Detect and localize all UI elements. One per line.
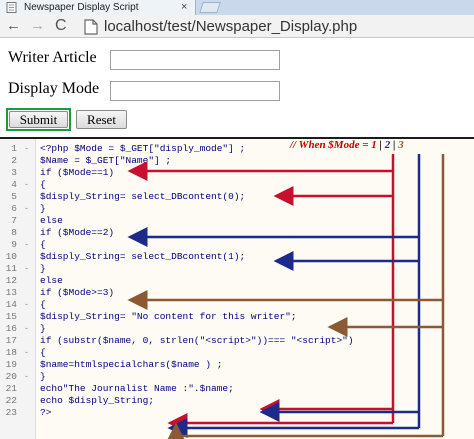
tab-title: Newspaper Display Script — [24, 2, 139, 13]
forward-arrow-icon[interactable]: → — [30, 16, 45, 36]
code-line: 12 else — [0, 275, 474, 287]
line-number: 8 — [11, 227, 17, 238]
line-number: 13 — [5, 287, 17, 298]
fold-marker[interactable]: - — [22, 143, 31, 155]
code-text: $disply_String= select_DBcontent(0); — [40, 191, 246, 202]
code-text: else — [40, 275, 63, 286]
browser-toolbar: ← → C localhost/test/Newspaper_Display.p… — [0, 15, 474, 38]
line-number: 23 — [5, 407, 17, 418]
code-line: 3 if ($Mode==1) — [0, 167, 474, 179]
close-icon[interactable]: × — [181, 0, 187, 15]
fold-marker[interactable]: - — [22, 203, 31, 215]
line-number: 21 — [5, 383, 17, 394]
code-text: if ($Mode>=3) — [40, 287, 115, 298]
code-text: { — [40, 299, 46, 310]
display-mode-label: Display Mode — [8, 80, 100, 97]
fold-marker[interactable]: - — [22, 179, 31, 191]
code-text: if (substr($name, 0, strlen("<script>"))… — [40, 335, 354, 346]
code-line: 2 $Name = $_GET["Name"] ; — [0, 155, 474, 167]
code-text: } — [40, 203, 46, 214]
code-line: 17 if (substr($name, 0, strlen("<script>… — [0, 335, 474, 347]
code-text: else — [40, 215, 63, 226]
line-number: 5 — [11, 191, 17, 202]
submit-highlight-box: Submit — [6, 108, 71, 131]
writer-article-label: Writer Article — [8, 49, 97, 66]
fold-marker[interactable]: - — [22, 323, 31, 335]
code-line: 20-} — [0, 371, 474, 383]
tab-bar: Newspaper Display Script × — [0, 0, 474, 15]
code-text: } — [40, 263, 46, 274]
code-line: 21 echo"The Journalist Name :".$name; — [0, 383, 474, 395]
line-number: 3 — [11, 167, 17, 178]
code-text: if ($Mode==2) — [40, 227, 115, 238]
line-number: 12 — [5, 275, 17, 286]
code-line: 8 if ($Mode==2) — [0, 227, 474, 239]
fold-marker[interactable]: - — [22, 239, 31, 251]
line-number: 11 — [5, 263, 17, 274]
code-line: 10 $disply_String= select_DBcontent(1); — [0, 251, 474, 263]
line-number: 1 — [11, 143, 17, 154]
code-line: 1- <?php $Mode = $_GET["disply_mode"] ; — [0, 143, 474, 155]
code-text: } — [40, 371, 46, 382]
reset-button[interactable]: Reset — [76, 110, 127, 129]
display-mode-input[interactable] — [110, 81, 280, 101]
code-text: if ($Mode==1) — [40, 167, 115, 178]
fold-marker[interactable]: - — [22, 371, 31, 383]
tab-newspaper-display[interactable]: Newspaper Display Script × — [0, 0, 196, 15]
new-tab-button[interactable] — [199, 2, 221, 13]
page-icon — [6, 2, 17, 13]
fold-marker[interactable]: - — [22, 299, 31, 311]
line-number: 19 — [5, 359, 17, 370]
code-line: 16-} — [0, 323, 474, 335]
code-line: 9-{ — [0, 239, 474, 251]
line-number: 14 — [5, 299, 17, 310]
line-number: 22 — [5, 395, 17, 406]
code-text: { — [40, 347, 46, 358]
code-text: { — [40, 179, 46, 190]
fold-marker[interactable]: - — [22, 347, 31, 359]
writer-article-input[interactable] — [110, 50, 280, 70]
line-number: 9 — [11, 239, 17, 250]
code-line: 22 echo $disply_String; — [0, 395, 474, 407]
page-icon — [84, 19, 98, 35]
code-line: 11-} — [0, 263, 474, 275]
line-number: 4 — [11, 179, 17, 190]
line-number: 7 — [11, 215, 17, 226]
code-line: 4-{ — [0, 179, 474, 191]
code-text: <?php $Mode = $_GET["disply_mode"] ; — [40, 143, 246, 154]
code-text: echo $disply_String; — [40, 395, 155, 406]
code-text: { — [40, 239, 46, 250]
code-text: $Name = $_GET["Name"] ; — [40, 155, 172, 166]
line-number: 17 — [5, 335, 17, 346]
submit-button[interactable]: Submit — [9, 111, 68, 128]
back-arrow-icon[interactable]: ← — [6, 16, 21, 36]
code-text: $disply_String= select_DBcontent(1); — [40, 251, 246, 262]
code-text: $disply_String= "No content for this wri… — [40, 311, 297, 322]
code-line: 13 if ($Mode>=3) — [0, 287, 474, 299]
address-bar[interactable]: localhost/test/Newspaper_Display.php — [104, 16, 357, 37]
code-text: echo"The Journalist Name :".$name; — [40, 383, 234, 394]
reload-icon[interactable]: C — [55, 16, 67, 36]
code-line: 6-} — [0, 203, 474, 215]
fold-marker[interactable]: - — [22, 263, 31, 275]
line-number: 18 — [5, 347, 17, 358]
code-text: $name=htmlspecialchars($name ) ; — [40, 359, 223, 370]
code-listing: // When $Mode = 1 | 2 | 3 1- <?php $Mode … — [0, 137, 474, 439]
code-line: 18-{ — [0, 347, 474, 359]
code-line: 7 else — [0, 215, 474, 227]
line-number: 10 — [5, 251, 17, 262]
code-text: ?> — [40, 407, 52, 418]
line-number: 6 — [11, 203, 17, 214]
line-number: 16 — [5, 323, 17, 334]
line-number: 20 — [5, 371, 17, 382]
code-line: 15 $disply_String= "No content for this … — [0, 311, 474, 323]
line-number: 2 — [11, 155, 17, 166]
code-line: 14-{ — [0, 299, 474, 311]
line-number: 15 — [5, 311, 17, 322]
code-line: 19 $name=htmlspecialchars($name ) ; — [0, 359, 474, 371]
code-line: 5 $disply_String= select_DBcontent(0); — [0, 191, 474, 203]
code-text: } — [40, 323, 46, 334]
code-line: 23 ?> — [0, 407, 474, 419]
